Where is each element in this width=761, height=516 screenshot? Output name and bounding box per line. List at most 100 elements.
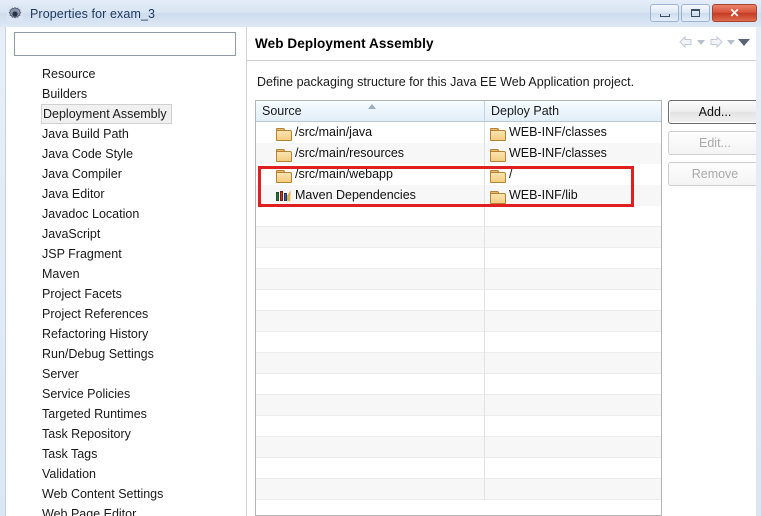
- table-row[interactable]: /src/main/java WEB-INF/classes: [256, 122, 661, 143]
- cell-source: [256, 332, 485, 353]
- table-row-empty[interactable]: [256, 227, 661, 248]
- back-arrow-icon[interactable]: [678, 35, 694, 49]
- filter-input[interactable]: [14, 32, 236, 56]
- edit-button: Edit...: [668, 131, 756, 155]
- table-row-empty[interactable]: [256, 353, 661, 374]
- table-row-empty[interactable]: [256, 458, 661, 479]
- close-button[interactable]: ✕: [712, 4, 757, 22]
- table-row-empty[interactable]: [256, 290, 661, 311]
- table-row-empty[interactable]: [256, 437, 661, 458]
- table-row-empty[interactable]: [256, 206, 661, 227]
- cell-deploy-path: [485, 437, 661, 458]
- minimize-icon: [660, 14, 670, 17]
- sidebar-item-task-tags[interactable]: Task Tags: [6, 444, 246, 464]
- maximize-button[interactable]: [681, 4, 710, 22]
- table-row-empty[interactable]: [256, 479, 661, 500]
- table-row-empty[interactable]: [256, 311, 661, 332]
- table-row-empty[interactable]: [256, 416, 661, 437]
- sidebar-item-deployment-assembly[interactable]: Deployment Assembly: [41, 104, 172, 124]
- view-menu-chevron-down-icon[interactable]: [738, 39, 750, 46]
- column-header-source-label: Source: [262, 104, 302, 118]
- cell-deploy-path-label: /: [509, 164, 512, 185]
- sidebar-item-builders[interactable]: Builders: [6, 84, 246, 104]
- table-row[interactable]: Maven DependenciesWEB-INF/lib: [256, 185, 661, 206]
- cell-deploy-path: [485, 290, 661, 311]
- cell-deploy-path: [485, 332, 661, 353]
- navigation-icons: [678, 35, 750, 49]
- books-icon: [276, 189, 291, 202]
- sidebar-item-java-build-path[interactable]: Java Build Path: [6, 124, 246, 144]
- table-row-empty[interactable]: [256, 248, 661, 269]
- back-chevron-down-icon[interactable]: [697, 40, 705, 45]
- cell-deploy-path: [485, 206, 661, 227]
- page-header: Web Deployment Assembly: [247, 27, 756, 61]
- cell-source: /src/main/resources: [256, 143, 485, 164]
- sidebar-item-task-repository[interactable]: Task Repository: [6, 424, 246, 444]
- cell-source: [256, 353, 485, 374]
- cell-source-label: /src/main/webapp: [295, 164, 393, 185]
- settings-sidebar: ResourceBuildersDeployment AssemblyJava …: [6, 27, 246, 516]
- table-row[interactable]: /src/main/resources WEB-INF/classes: [256, 143, 661, 164]
- cell-source: [256, 206, 485, 227]
- column-header-source[interactable]: Source: [256, 101, 485, 121]
- sidebar-item-server[interactable]: Server: [6, 364, 246, 384]
- forward-arrow-icon[interactable]: [708, 35, 724, 49]
- cell-source: [256, 416, 485, 437]
- cell-deploy-path-label: WEB-INF/classes: [509, 143, 607, 164]
- cell-source: /src/main/java: [256, 122, 485, 143]
- table-row-empty[interactable]: [256, 332, 661, 353]
- minimize-button[interactable]: [650, 4, 679, 22]
- cell-source: /src/main/webapp: [256, 164, 485, 185]
- forward-chevron-down-icon[interactable]: [727, 40, 735, 45]
- sidebar-item-validation[interactable]: Validation: [6, 464, 246, 484]
- sidebar-item-java-editor[interactable]: Java Editor: [6, 184, 246, 204]
- table-row-empty[interactable]: [256, 374, 661, 395]
- deployment-assembly-table: Source Deploy Path /src/main/java WEB-INF…: [255, 100, 662, 516]
- settings-content-pane: Web Deployment Assembly: [246, 27, 756, 516]
- sidebar-item-web-content-settings[interactable]: Web Content Settings: [6, 484, 246, 504]
- cell-deploy-path: [485, 416, 661, 437]
- sidebar-item-java-code-style[interactable]: Java Code Style: [6, 144, 246, 164]
- cell-deploy-path: [485, 353, 661, 374]
- sidebar-item-web-page-editor[interactable]: Web Page Editor: [6, 504, 246, 516]
- cell-deploy-path: [485, 269, 661, 290]
- maximize-icon: [691, 9, 700, 17]
- sidebar-item-javascript[interactable]: JavaScript: [6, 224, 246, 244]
- cell-source: [256, 248, 485, 269]
- column-header-deploy-path-label: Deploy Path: [491, 104, 559, 118]
- cell-source-label: /src/main/java: [295, 122, 372, 143]
- sidebar-item-service-policies[interactable]: Service Policies: [6, 384, 246, 404]
- cell-source: [256, 437, 485, 458]
- sidebar-item-targeted-runtimes[interactable]: Targeted Runtimes: [6, 404, 246, 424]
- sidebar-item-project-references[interactable]: Project References: [6, 304, 246, 324]
- folder-icon: [490, 190, 505, 202]
- cell-deploy-path: [485, 458, 661, 479]
- table-row-empty[interactable]: [256, 395, 661, 416]
- cell-deploy-path: WEB-INF/classes: [485, 122, 661, 143]
- window-controls: ✕: [650, 4, 757, 22]
- cell-deploy-path-label: WEB-INF/classes: [509, 122, 607, 143]
- cell-source: [256, 290, 485, 311]
- folder-icon: [490, 169, 505, 181]
- folder-icon: [276, 169, 291, 181]
- table-header-row: Source Deploy Path: [256, 101, 661, 122]
- sidebar-item-refactoring-history[interactable]: Refactoring History: [6, 324, 246, 344]
- cell-source: [256, 374, 485, 395]
- cell-deploy-path: [485, 479, 661, 500]
- sidebar-item-jsp-fragment[interactable]: JSP Fragment: [6, 244, 246, 264]
- sidebar-item-java-compiler[interactable]: Java Compiler: [6, 164, 246, 184]
- cell-deploy-path: WEB-INF/lib: [485, 185, 661, 206]
- add-button[interactable]: Add...: [668, 100, 756, 124]
- title-bar: Properties for exam_3 ✕: [0, 0, 761, 27]
- table-row-empty[interactable]: [256, 269, 661, 290]
- cell-source-label: /src/main/resources: [295, 143, 404, 164]
- sidebar-item-resource[interactable]: Resource: [6, 64, 246, 84]
- cell-deploy-path: [485, 248, 661, 269]
- sidebar-item-run-debug-settings[interactable]: Run/Debug Settings: [6, 344, 246, 364]
- table-row[interactable]: /src/main/webapp /: [256, 164, 661, 185]
- column-header-deploy-path[interactable]: Deploy Path: [485, 101, 661, 121]
- sidebar-item-javadoc-location[interactable]: Javadoc Location: [6, 204, 246, 224]
- sidebar-item-maven[interactable]: Maven: [6, 264, 246, 284]
- sidebar-item-project-facets[interactable]: Project Facets: [6, 284, 246, 304]
- folder-icon: [276, 148, 291, 160]
